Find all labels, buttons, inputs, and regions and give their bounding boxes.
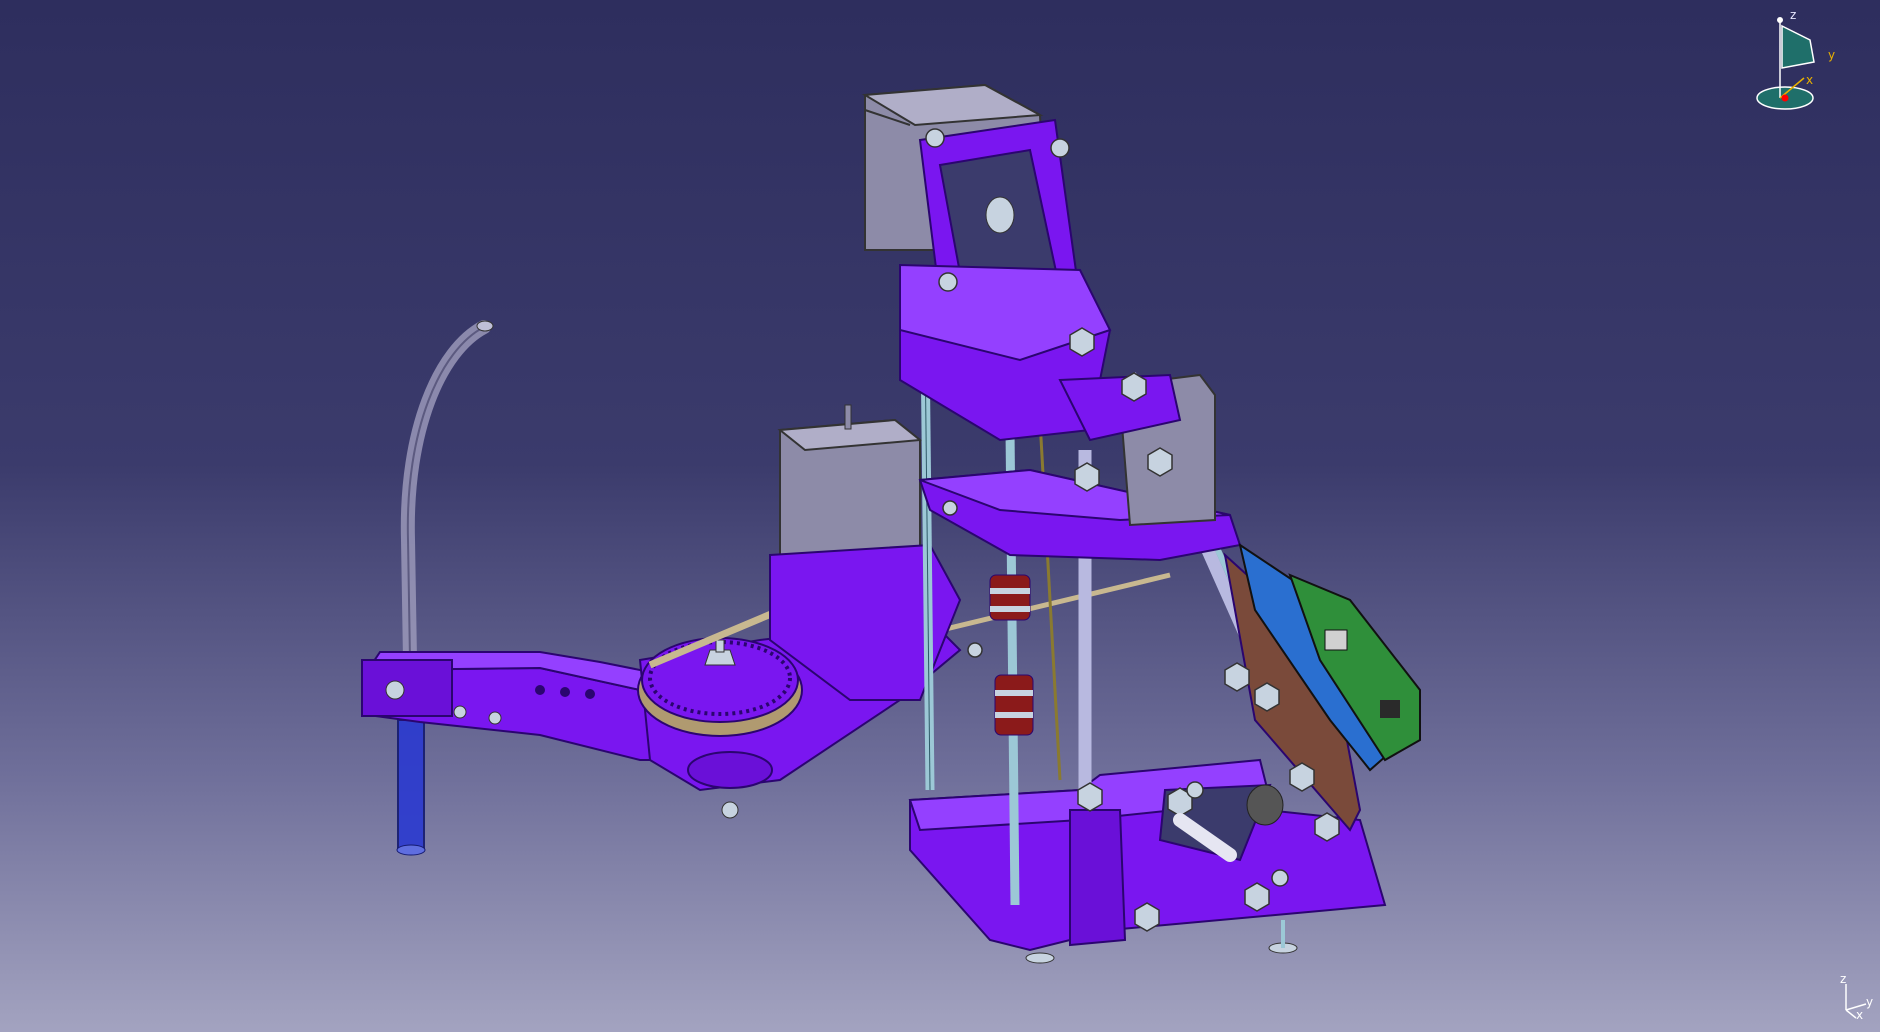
flexible-tube[interactable] — [400, 320, 491, 667]
3d-viewport[interactable]: z y x z y x — [0, 0, 1880, 1032]
compass-origin-dot — [1781, 94, 1789, 102]
clamp-bolt — [385, 680, 405, 700]
triad-z-label: z — [1840, 972, 1846, 986]
tube-end-fitting — [476, 320, 494, 332]
compass-top-handle[interactable] — [1777, 17, 1783, 23]
triad-x-label: x — [1856, 1008, 1863, 1020]
foot-front-left — [1025, 952, 1055, 964]
elbow-joint[interactable] — [687, 751, 773, 789]
limit-switch — [1246, 784, 1284, 826]
tool-clamp[interactable] — [361, 659, 453, 717]
triad-y-label: y — [1866, 995, 1873, 1009]
nozzle-tube[interactable] — [397, 719, 425, 851]
coupler-red-upper[interactable] — [989, 574, 1031, 621]
coupler-red-lower[interactable] — [994, 674, 1034, 736]
compass-z-label: z — [1790, 8, 1796, 22]
compass-x-label: x — [1806, 73, 1813, 87]
compass-yz-plane — [1781, 24, 1815, 69]
axis-triad: z y x — [1840, 972, 1873, 1020]
orientation-compass[interactable]: z y x — [1740, 6, 1840, 116]
scara-robot-assembly[interactable] — [0, 0, 1880, 1032]
compass-y-label: y — [1828, 48, 1835, 62]
motor-shaft-pulley — [985, 196, 1015, 234]
